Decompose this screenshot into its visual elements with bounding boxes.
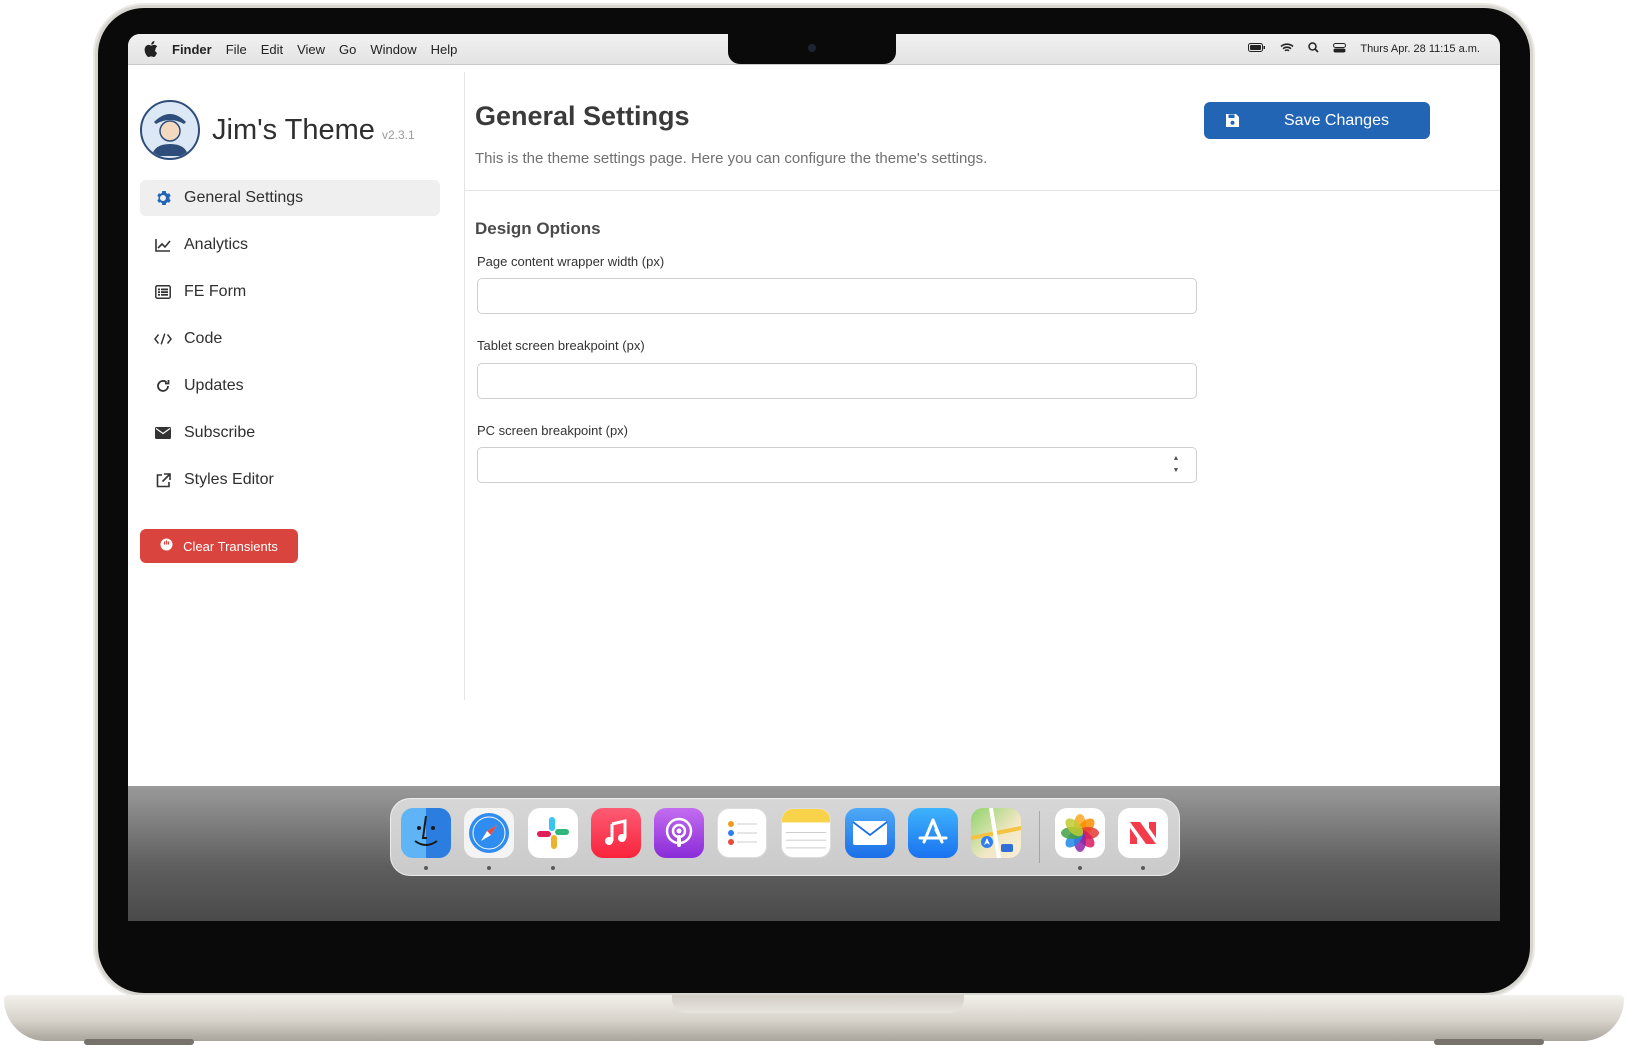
tablet-breakpoint-input[interactable] <box>477 363 1197 399</box>
clear-transients-label: Clear Transients <box>183 538 278 554</box>
camera-icon <box>808 44 816 52</box>
page-description: This is the theme settings page. Here yo… <box>475 150 988 167</box>
refresh-icon <box>154 377 172 395</box>
sidebar-item-styles-editor[interactable]: Styles Editor <box>140 462 440 498</box>
menu-window[interactable]: Window <box>370 42 416 57</box>
stepper-down-icon[interactable]: ▼ <box>1171 467 1181 475</box>
control-center-icon[interactable] <box>1333 42 1347 56</box>
sidebar-item-analytics[interactable]: Analytics <box>140 227 440 263</box>
page-wrapper-width-input[interactable] <box>477 278 1197 314</box>
wifi-icon[interactable] <box>1280 42 1294 56</box>
laptop-opening-notch <box>672 995 964 1013</box>
apple-logo-icon[interactable] <box>144 41 158 57</box>
running-indicator <box>1141 866 1145 870</box>
photos-icon[interactable] <box>1055 808 1105 858</box>
clear-transients-button[interactable]: Clear Transients <box>140 529 298 563</box>
sidebar-item-fe-form[interactable]: FE Form <box>140 274 440 310</box>
section-title: Design Options <box>475 219 601 238</box>
code-icon <box>154 330 172 348</box>
reminders-icon[interactable] <box>717 808 767 858</box>
menu-bar: Finder File Edit View Go Window Help Thu… <box>128 34 1500 65</box>
avatar <box>140 100 200 160</box>
laptop-foot <box>1434 1039 1544 1045</box>
database-icon <box>160 538 173 554</box>
mail-icon[interactable] <box>845 808 895 858</box>
slack-icon[interactable] <box>528 808 578 858</box>
finder-icon[interactable] <box>401 808 451 858</box>
safari-icon[interactable] <box>464 808 514 858</box>
running-indicator <box>487 866 491 870</box>
running-indicator <box>1078 866 1082 870</box>
running-indicator <box>424 866 428 870</box>
settings-app: Jim's Theme v2.3.1 General Settings Anal… <box>128 72 1500 792</box>
screen: Finder File Edit View Go Window Help Thu… <box>128 34 1500 921</box>
sidebar: Jim's Theme v2.3.1 General Settings Anal… <box>128 72 465 700</box>
gear-icon <box>154 189 172 207</box>
line-chart-icon <box>154 236 172 254</box>
menu-go[interactable]: Go <box>339 42 356 57</box>
laptop-base <box>4 995 1624 1045</box>
external-link-icon <box>154 471 172 489</box>
sidebar-item-general-settings[interactable]: General Settings <box>140 180 440 216</box>
menu-file[interactable]: File <box>226 42 247 57</box>
menu-view[interactable]: View <box>297 42 325 57</box>
sidebar-item-label: Subscribe <box>184 424 256 441</box>
avatar-illustration-icon <box>144 104 196 156</box>
pc-breakpoint-input[interactable] <box>477 447 1197 483</box>
laptop-foot <box>84 1039 194 1045</box>
number-stepper[interactable]: ▲ ▼ <box>1171 455 1181 475</box>
menu-edit[interactable]: Edit <box>261 42 283 57</box>
app-store-icon[interactable] <box>908 808 958 858</box>
menu-app-name[interactable]: Finder <box>172 42 212 57</box>
podcasts-icon[interactable] <box>654 808 704 858</box>
sidebar-item-label: Code <box>184 330 223 347</box>
desktop-dock-area <box>128 786 1500 921</box>
menu-clock[interactable]: Thurs Apr. 28 11:15 a.m. <box>1360 43 1480 55</box>
sidebar-item-label: Analytics <box>184 236 249 253</box>
brand-title: Jim's Theme <box>212 113 375 146</box>
menu-help[interactable]: Help <box>431 42 458 57</box>
page-wrapper-width-label: Page content wrapper width (px) <box>477 254 665 269</box>
search-icon[interactable] <box>1308 42 1319 56</box>
sidebar-item-label: Updates <box>184 377 244 394</box>
dock <box>390 798 1180 876</box>
battery-icon[interactable] <box>1248 43 1266 55</box>
list-icon <box>154 283 172 301</box>
news-icon[interactable] <box>1118 808 1168 858</box>
page-title: General Settings <box>475 101 690 131</box>
save-changes-label: Save Changes <box>1284 111 1389 129</box>
sidebar-item-label: General Settings <box>184 189 304 206</box>
sidebar-item-label: Styles Editor <box>184 471 274 488</box>
stepper-up-icon[interactable]: ▲ <box>1171 455 1181 463</box>
sidebar-item-updates[interactable]: Updates <box>140 368 440 404</box>
envelope-icon <box>154 424 172 442</box>
maps-icon[interactable] <box>971 808 1021 858</box>
sidebar-item-subscribe[interactable]: Subscribe <box>140 415 440 451</box>
sidebar-item-code[interactable]: Code <box>140 321 440 357</box>
main-content: General Settings This is the theme setti… <box>465 72 1500 792</box>
floppy-disk-icon <box>1224 113 1240 129</box>
brand-version: v2.3.1 <box>381 128 415 142</box>
running-indicator <box>551 866 555 870</box>
save-changes-button[interactable]: Save Changes <box>1204 102 1430 139</box>
brand: Jim's Theme v2.3.1 <box>140 100 415 160</box>
pc-breakpoint-label: PC screen breakpoint (px) <box>477 423 629 438</box>
tablet-breakpoint-label: Tablet screen breakpoint (px) <box>477 338 645 353</box>
sidebar-nav: General Settings Analytics FE Form Code … <box>140 180 440 509</box>
header-divider <box>465 190 1500 191</box>
music-icon[interactable] <box>591 808 641 858</box>
sidebar-item-label: FE Form <box>184 283 247 300</box>
notes-icon[interactable] <box>781 808 831 858</box>
pc-breakpoint-field: ▲ ▼ <box>465 447 1225 487</box>
dock-separator <box>1039 811 1040 863</box>
camera-notch <box>728 34 896 64</box>
